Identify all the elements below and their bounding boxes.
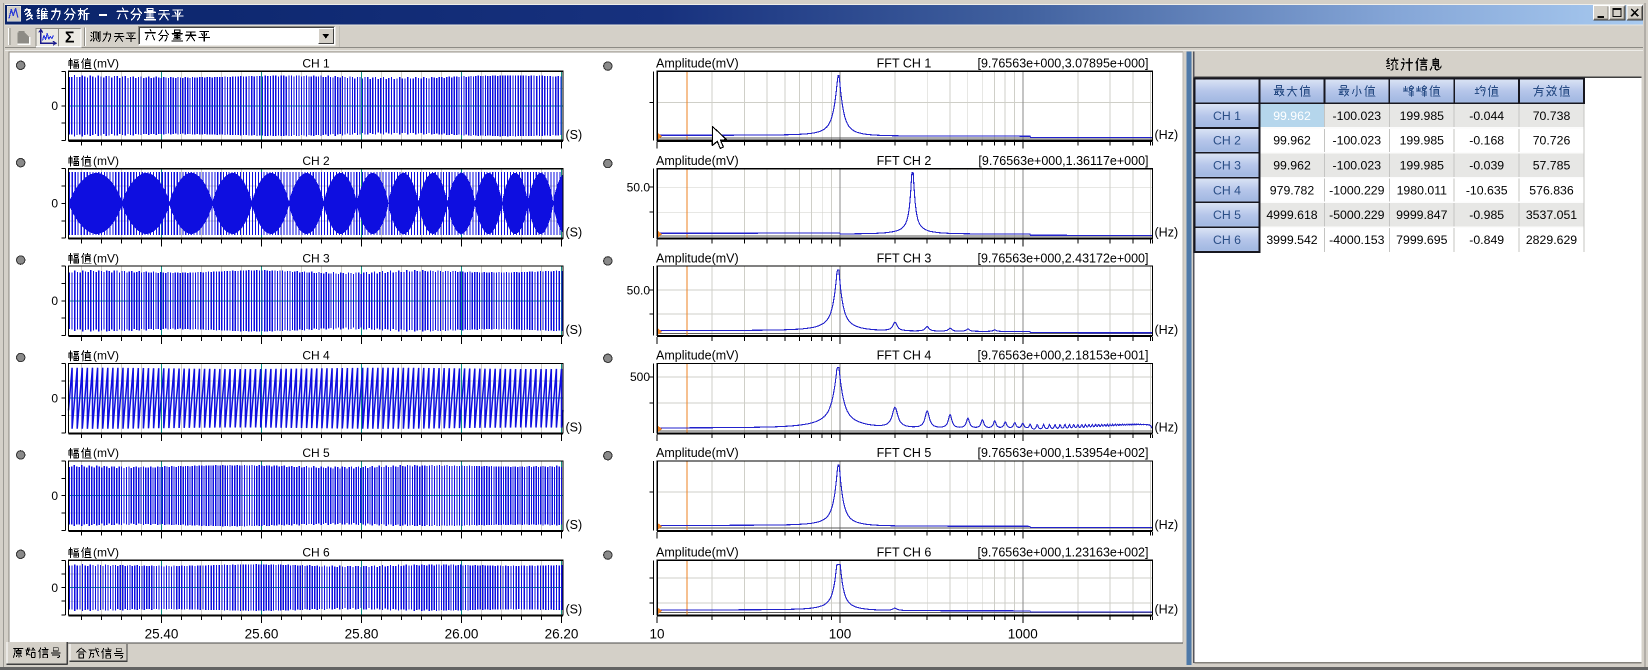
svg-text:(mV): (mV) [93, 57, 119, 71]
svg-text:CH 3: CH 3 [1213, 159, 1241, 173]
svg-text:99.962: 99.962 [1273, 159, 1311, 173]
svg-text:25.80: 25.80 [345, 627, 379, 642]
svg-text:0: 0 [51, 99, 58, 113]
svg-text:0: 0 [51, 581, 58, 595]
svg-text:(Hz): (Hz) [1155, 323, 1179, 337]
svg-text:26.20: 26.20 [545, 627, 579, 642]
svg-text:(Hz): (Hz) [1155, 421, 1179, 435]
svg-text:(S): (S) [566, 518, 583, 532]
svg-text:Σ: Σ [65, 30, 75, 47]
svg-text:50.0: 50.0 [627, 180, 651, 194]
svg-text:-100.023: -100.023 [1333, 134, 1382, 148]
svg-text:(Hz): (Hz) [1155, 602, 1179, 616]
svg-text:100: 100 [829, 627, 852, 642]
svg-text:CH 2: CH 2 [1213, 134, 1241, 148]
svg-text:70.726: 70.726 [1533, 134, 1571, 148]
svg-text:99.962: 99.962 [1273, 134, 1311, 148]
svg-text:[9.76563e+000,2.43172e+000]: [9.76563e+000,2.43172e+000] [977, 251, 1148, 265]
svg-text:-10.635: -10.635 [1466, 183, 1508, 197]
svg-text:1000: 1000 [1008, 627, 1038, 642]
svg-text:500: 500 [630, 370, 650, 384]
svg-text:CH 6: CH 6 [302, 546, 330, 560]
svg-text:Amplitude(mV): Amplitude(mV) [656, 154, 739, 168]
svg-text:CH 1: CH 1 [1213, 109, 1241, 123]
svg-text:[9.76563e+000,3.07895e+000]: [9.76563e+000,3.07895e+000] [977, 57, 1148, 71]
svg-text:70.738: 70.738 [1533, 109, 1571, 123]
svg-text:0: 0 [51, 391, 58, 405]
svg-text:3537.051: 3537.051 [1526, 208, 1577, 222]
svg-text:57.785: 57.785 [1533, 159, 1571, 173]
svg-text:26.00: 26.00 [445, 627, 479, 642]
svg-text:(Hz): (Hz) [1155, 128, 1179, 142]
svg-text:Amplitude(mV): Amplitude(mV) [656, 349, 739, 363]
svg-text:0: 0 [51, 294, 58, 308]
svg-text:-0.044: -0.044 [1469, 109, 1504, 123]
svg-text:FFT CH 2: FFT CH 2 [877, 154, 932, 168]
svg-text:(S): (S) [566, 128, 583, 142]
svg-text:(mV): (mV) [93, 349, 119, 363]
svg-text:Amplitude(mV): Amplitude(mV) [656, 251, 739, 265]
svg-text:979.782: 979.782 [1270, 183, 1315, 197]
svg-text:(mV): (mV) [93, 154, 119, 168]
svg-text:(Hz): (Hz) [1155, 226, 1179, 240]
svg-text:Amplitude(mV): Amplitude(mV) [656, 546, 739, 560]
svg-text:0: 0 [51, 489, 58, 503]
svg-text:CH 6: CH 6 [1213, 233, 1241, 247]
svg-text:1980.011: 1980.011 [1397, 183, 1448, 197]
svg-text:99.962: 99.962 [1273, 109, 1311, 123]
svg-text:199.985: 199.985 [1400, 109, 1445, 123]
svg-text:(S): (S) [566, 323, 583, 337]
svg-text:Amplitude(mV): Amplitude(mV) [656, 57, 739, 71]
svg-text:-5000.229: -5000.229 [1329, 208, 1385, 222]
svg-text:-100.023: -100.023 [1333, 109, 1382, 123]
svg-text:9999.847: 9999.847 [1396, 208, 1447, 222]
svg-text:50.0: 50.0 [627, 283, 651, 297]
svg-text:(S): (S) [566, 602, 583, 616]
svg-text:FFT CH 4: FFT CH 4 [877, 349, 932, 363]
svg-text:CH 2: CH 2 [302, 154, 330, 168]
svg-text:FFT CH 6: FFT CH 6 [877, 546, 932, 560]
svg-text:199.985: 199.985 [1400, 159, 1445, 173]
svg-text:25.40: 25.40 [145, 627, 179, 642]
svg-text:(mV): (mV) [93, 251, 119, 265]
svg-text:FFT CH 1: FFT CH 1 [877, 57, 932, 71]
svg-text:CH 1: CH 1 [302, 57, 330, 71]
svg-text:25.60: 25.60 [245, 627, 279, 642]
svg-text:(mV): (mV) [93, 546, 119, 560]
svg-text:Amplitude(mV): Amplitude(mV) [656, 446, 739, 460]
svg-text:CH 4: CH 4 [1213, 183, 1241, 197]
svg-text:[9.76563e+000,2.18153e+001]: [9.76563e+000,2.18153e+001] [977, 349, 1148, 363]
svg-text:576.836: 576.836 [1529, 183, 1574, 197]
svg-text:-1000.229: -1000.229 [1329, 183, 1385, 197]
svg-text:-0.039: -0.039 [1469, 159, 1504, 173]
svg-text:3999.542: 3999.542 [1266, 233, 1317, 247]
svg-text:7999.695: 7999.695 [1396, 233, 1447, 247]
svg-text:(S): (S) [566, 226, 583, 240]
svg-text:[9.76563e+000,1.36117e+000]: [9.76563e+000,1.36117e+000] [978, 154, 1148, 168]
svg-text:(S): (S) [566, 421, 583, 435]
svg-text:FFT CH 5: FFT CH 5 [877, 446, 932, 460]
svg-text:-4000.153: -4000.153 [1329, 233, 1385, 247]
svg-text:10: 10 [649, 627, 664, 642]
svg-text:-100.023: -100.023 [1333, 159, 1382, 173]
svg-text:FFT CH 3: FFT CH 3 [877, 251, 932, 265]
svg-text:0: 0 [51, 197, 58, 211]
svg-text:[9.76563e+000,1.23163e+002]: [9.76563e+000,1.23163e+002] [977, 546, 1148, 560]
svg-text:199.985: 199.985 [1400, 134, 1445, 148]
svg-text:2829.629: 2829.629 [1526, 233, 1577, 247]
svg-text:-0.849: -0.849 [1469, 233, 1504, 247]
svg-text:CH 3: CH 3 [302, 251, 330, 265]
svg-text:(Hz): (Hz) [1155, 518, 1179, 532]
svg-text:CH 5: CH 5 [1213, 208, 1241, 222]
svg-text:CH 5: CH 5 [302, 446, 330, 460]
svg-text:-0.168: -0.168 [1469, 134, 1504, 148]
svg-text:-0.985: -0.985 [1469, 208, 1504, 222]
svg-text:4999.618: 4999.618 [1266, 208, 1317, 222]
svg-text:CH 4: CH 4 [302, 349, 330, 363]
svg-text:[9.76563e+000,1.53954e+002]: [9.76563e+000,1.53954e+002] [977, 446, 1148, 460]
svg-text:(mV): (mV) [93, 446, 119, 460]
